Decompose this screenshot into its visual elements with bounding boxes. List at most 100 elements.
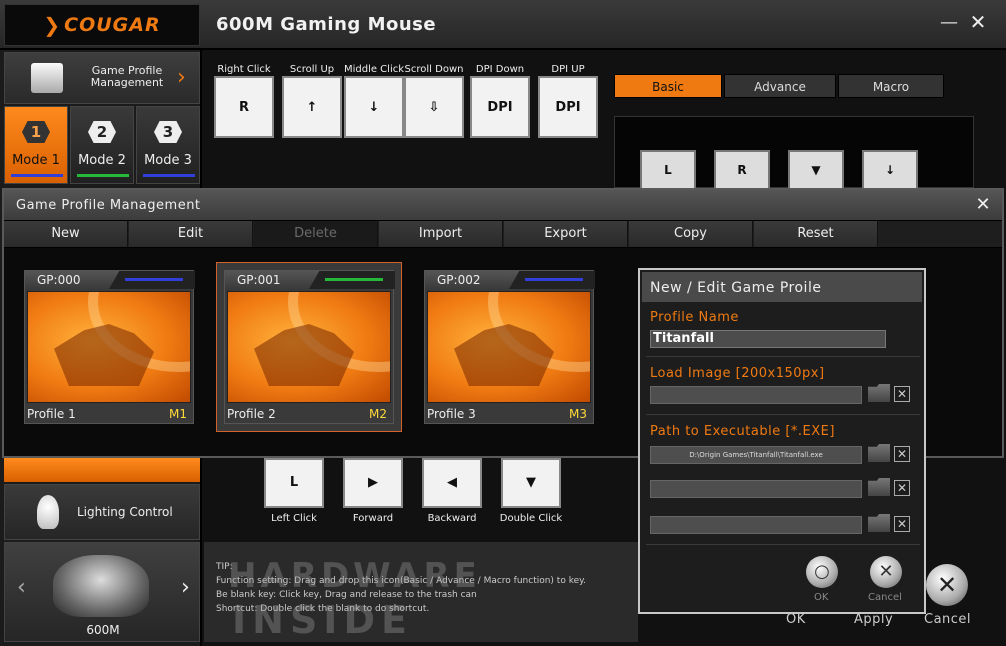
sidebar-item-active-strip[interactable] xyxy=(4,458,200,482)
key-label: Forward xyxy=(352,513,394,524)
cougar-logo: ❯ COUGAR xyxy=(4,4,200,46)
logo-text: COUGAR xyxy=(64,14,161,36)
middle-click-key[interactable]: ↓ xyxy=(344,76,404,138)
profile-card[interactable]: GP:002 Profile 3 M3 xyxy=(424,270,595,424)
forward-key[interactable]: ▶ xyxy=(343,458,403,508)
tab-advance[interactable]: Advance xyxy=(724,74,836,98)
mode-2-button[interactable]: 2 Mode 2 xyxy=(70,106,134,184)
profile-color-bar xyxy=(525,278,583,281)
function-key-area: Right Click R Scroll Up ↑ Middle Click ↓… xyxy=(204,52,624,188)
image-path-field[interactable] xyxy=(650,386,862,404)
clear-icon[interactable]: ✕ xyxy=(894,446,910,462)
tab-basic[interactable]: Basic xyxy=(614,74,722,98)
profile-header: GP:001 xyxy=(225,271,395,289)
mode-1-label: Mode 1 xyxy=(12,153,60,168)
mode-2-color-bar xyxy=(77,174,129,177)
profile-color-bar xyxy=(325,278,383,281)
basic-middle-click-key[interactable]: ▼ xyxy=(788,150,844,190)
profile-color-bar xyxy=(125,278,183,281)
profile-header: GP:000 xyxy=(25,271,195,289)
dialog-title: New / Edit Game Proile xyxy=(650,280,822,296)
close-icon[interactable]: ✕ xyxy=(972,194,994,216)
divider xyxy=(646,544,920,545)
profile-mode-tab xyxy=(109,271,195,289)
profile-id: GP:000 xyxy=(37,273,81,287)
profile-mode: M3 xyxy=(569,407,587,421)
profile-name-field[interactable]: Titanfall xyxy=(650,330,886,348)
profile-stack-icon xyxy=(31,63,63,93)
import-button[interactable]: Import xyxy=(379,221,503,247)
dpi-up-key[interactable]: DPI xyxy=(538,76,598,138)
edit-button[interactable]: Edit xyxy=(129,221,253,247)
folder-icon[interactable] xyxy=(868,384,890,402)
dpi-down-key[interactable]: DPI xyxy=(470,76,530,138)
watermark-logo: HARDWARE xyxy=(228,556,481,596)
mode-1-button[interactable]: 1 Mode 1 xyxy=(4,106,68,184)
ok-button[interactable]: OK xyxy=(786,612,806,627)
export-button[interactable]: Export xyxy=(504,221,628,247)
profile-mode: M1 xyxy=(169,407,187,421)
mouse-model-label: 600M xyxy=(86,623,120,637)
clear-icon[interactable]: ✕ xyxy=(894,480,910,496)
basic-left-click-key[interactable]: L xyxy=(640,150,696,190)
mode-3-button[interactable]: 3 Mode 3 xyxy=(136,106,200,184)
close-app-button[interactable]: ✕ xyxy=(966,10,990,34)
mode-3-label: Mode 3 xyxy=(144,153,192,168)
chevron-right-icon[interactable]: › xyxy=(181,575,190,600)
profile-id: GP:002 xyxy=(437,273,481,287)
profile-image xyxy=(27,291,191,403)
cancel-icon[interactable]: ✕ xyxy=(926,564,968,606)
minimize-button[interactable]: — xyxy=(938,12,960,34)
cougar-head-icon: ❯ xyxy=(43,13,61,37)
executable-path-field-3[interactable] xyxy=(650,516,862,534)
sidebar-item-game-profile-management[interactable]: Game Profile Management › xyxy=(4,52,200,104)
profile-card[interactable]: GP:001 Profile 2 M2 xyxy=(224,270,395,424)
dialog-title: Game Profile Management xyxy=(16,198,201,213)
chevron-right-icon: › xyxy=(177,65,186,90)
executable-path-field-2[interactable] xyxy=(650,480,862,498)
mode-3-icon: 3 xyxy=(154,121,182,143)
dialog-title-bar: Game Profile Management ✕ xyxy=(4,190,1002,220)
copy-button[interactable]: Copy xyxy=(629,221,753,247)
key-label: Left Click xyxy=(271,513,317,524)
ok-icon[interactable]: ○ xyxy=(806,556,838,588)
scroll-up-key[interactable]: ↑ xyxy=(282,76,342,138)
cancel-button[interactable]: Cancel xyxy=(924,612,971,627)
mode-2-label: Mode 2 xyxy=(78,153,126,168)
tab-macro[interactable]: Macro xyxy=(838,74,944,98)
backward-key[interactable]: ◀ xyxy=(422,458,482,508)
sidebar-item-label: Game Profile Management xyxy=(90,64,164,89)
right-click-key[interactable]: R xyxy=(214,76,274,138)
profile-name: Profile 1 xyxy=(27,407,76,421)
new-button[interactable]: New xyxy=(4,221,128,247)
divider xyxy=(646,356,920,357)
delete-button[interactable]: Delete xyxy=(254,221,378,247)
profile-mode: M2 xyxy=(369,407,387,421)
app-title: 600M Gaming Mouse xyxy=(216,14,437,35)
double-click-key[interactable]: ▼ xyxy=(501,458,561,508)
profile-mode-tab xyxy=(309,271,395,289)
profile-card[interactable]: GP:000 Profile 1 M1 xyxy=(24,270,195,424)
folder-icon[interactable] xyxy=(868,444,890,462)
mouse-image xyxy=(53,555,149,617)
executable-path-field-1[interactable]: D:\Origin Games\Titanfall\Titanfall.exe xyxy=(650,446,862,464)
basic-right-click-key[interactable]: R xyxy=(714,150,770,190)
left-click-key[interactable]: L xyxy=(264,458,324,508)
clear-icon[interactable]: ✕ xyxy=(894,386,910,402)
basic-scroll-key[interactable]: ↓ xyxy=(862,150,918,190)
func-key-label: DPI UP xyxy=(551,64,585,75)
reset-button[interactable]: Reset xyxy=(754,221,878,247)
mode-3-color-bar xyxy=(143,174,195,177)
chevron-left-icon[interactable]: ‹ xyxy=(17,575,26,600)
scroll-down-key[interactable]: ⇩ xyxy=(404,76,464,138)
apply-button[interactable]: Apply xyxy=(854,612,893,627)
ok-label: OK xyxy=(814,592,829,603)
profile-mode-tab xyxy=(509,271,595,289)
profile-name: Profile 3 xyxy=(427,407,476,421)
sidebar-item-lighting-control[interactable]: Lighting Control xyxy=(4,484,200,540)
folder-icon[interactable] xyxy=(868,478,890,496)
mode-1-color-bar xyxy=(11,174,63,177)
folder-icon[interactable] xyxy=(868,514,890,532)
clear-icon[interactable]: ✕ xyxy=(894,516,910,532)
cancel-icon[interactable]: ✕ xyxy=(870,556,902,588)
